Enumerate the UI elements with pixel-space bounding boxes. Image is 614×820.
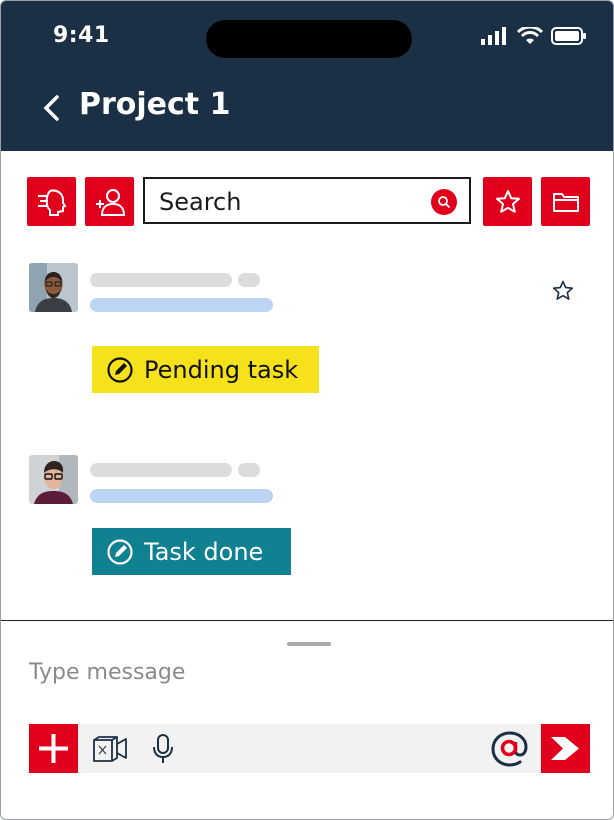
add-user-icon (95, 188, 125, 216)
mention-icon[interactable] (491, 731, 529, 767)
avatar (29, 263, 78, 312)
search-input[interactable]: Search (143, 177, 471, 224)
microphone-icon[interactable] (151, 733, 175, 765)
plus-icon (39, 734, 68, 763)
send-button[interactable] (541, 724, 590, 773)
status-icons (481, 27, 587, 45)
add-attachment-button[interactable] (29, 724, 78, 773)
tag-label: Pending task (144, 355, 299, 384)
status-time: 9:41 (53, 23, 110, 48)
favorites-button[interactable] (483, 177, 532, 226)
wifi-icon (517, 27, 543, 44)
tag-label: Task done (144, 537, 264, 566)
time-placeholder (238, 273, 260, 287)
user-photo-2 (29, 455, 78, 504)
star-icon[interactable] (551, 279, 575, 303)
back-arrow-icon[interactable] (41, 95, 63, 121)
speaking-head-icon (37, 189, 66, 216)
video-camera-icon[interactable] (91, 734, 129, 764)
user-photo-1 (29, 263, 78, 312)
subtitle-placeholder (90, 298, 273, 312)
name-placeholder (90, 463, 232, 477)
battery-icon (551, 27, 586, 45)
add-user-button[interactable] (85, 177, 134, 226)
send-icon (551, 737, 579, 760)
files-button[interactable] (541, 177, 590, 226)
assistant-button[interactable] (27, 177, 76, 226)
folder-icon (552, 192, 579, 212)
signal-icon (481, 27, 506, 45)
header: 9:41 Project 1 (1, 1, 613, 151)
drag-handle[interactable] (287, 642, 331, 646)
star-icon (495, 189, 520, 213)
time-placeholder (238, 463, 260, 477)
avatar (29, 455, 78, 504)
edit-icon (107, 356, 133, 383)
search-icon[interactable] (431, 189, 457, 215)
dynamic-island (206, 20, 412, 58)
app-frame: 9:41 Project 1 Search Pending task Task … (0, 0, 614, 820)
task-done-tag[interactable]: Task done (92, 528, 291, 575)
name-placeholder (90, 273, 232, 287)
search-placeholder: Search (159, 188, 242, 216)
subtitle-placeholder (90, 489, 273, 503)
page-title: Project 1 (79, 87, 231, 122)
pending-task-tag[interactable]: Pending task (92, 346, 319, 393)
divider (1, 620, 613, 621)
edit-icon (107, 538, 133, 565)
message-input[interactable]: Type message (29, 660, 185, 685)
